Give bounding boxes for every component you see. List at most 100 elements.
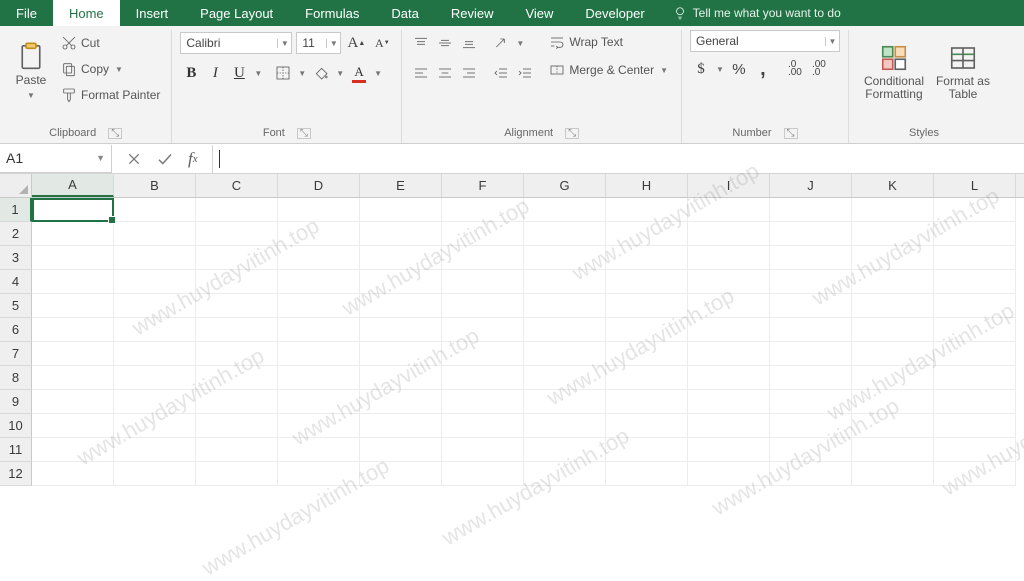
cell-I3[interactable]	[688, 246, 770, 270]
cell-J8[interactable]	[770, 366, 852, 390]
row-header-3[interactable]: 3	[0, 246, 32, 270]
number-format-combo[interactable]: General ▼	[690, 30, 840, 52]
cell-D2[interactable]	[278, 222, 360, 246]
cell-H2[interactable]	[606, 222, 688, 246]
cell-K12[interactable]	[852, 462, 934, 486]
cell-H5[interactable]	[606, 294, 688, 318]
column-header-E[interactable]: E	[360, 174, 442, 197]
cell-H3[interactable]	[606, 246, 688, 270]
cell-A12[interactable]	[32, 462, 114, 486]
cell-D3[interactable]	[278, 246, 360, 270]
cell-J3[interactable]	[770, 246, 852, 270]
cell-G11[interactable]	[524, 438, 606, 462]
cell-G7[interactable]	[524, 342, 606, 366]
cell-J11[interactable]	[770, 438, 852, 462]
cell-I2[interactable]	[688, 222, 770, 246]
cell-A1[interactable]	[32, 198, 114, 222]
align-right-button[interactable]	[458, 62, 480, 84]
cell-F9[interactable]	[442, 390, 524, 414]
name-box[interactable]: A1 ▼	[0, 145, 112, 173]
tell-me-search[interactable]: Tell me what you want to do	[661, 0, 853, 26]
tab-review[interactable]: Review	[435, 0, 510, 26]
accounting-dropdown-caret[interactable]: ▼	[714, 65, 726, 74]
underline-button[interactable]: U	[228, 62, 250, 84]
row-header-1[interactable]: 1	[0, 198, 32, 222]
column-header-C[interactable]: C	[196, 174, 278, 197]
cell-F4[interactable]	[442, 270, 524, 294]
cell-B11[interactable]	[114, 438, 196, 462]
cell-F2[interactable]	[442, 222, 524, 246]
increase-indent-button[interactable]	[514, 62, 536, 84]
decrease-decimal-button[interactable]: .00.0	[808, 58, 830, 80]
cell-A9[interactable]	[32, 390, 114, 414]
cell-F1[interactable]	[442, 198, 524, 222]
cell-C1[interactable]	[196, 198, 278, 222]
cell-B10[interactable]	[114, 414, 196, 438]
formula-cancel-button[interactable]	[126, 151, 142, 167]
cell-G12[interactable]	[524, 462, 606, 486]
fill-color-button[interactable]	[310, 62, 332, 84]
tab-home[interactable]: Home	[53, 0, 120, 26]
cell-E8[interactable]	[360, 366, 442, 390]
tab-file[interactable]: File	[0, 0, 53, 26]
percent-format-button[interactable]: %	[728, 58, 750, 80]
cell-G8[interactable]	[524, 366, 606, 390]
column-header-J[interactable]: J	[770, 174, 852, 197]
cell-E4[interactable]	[360, 270, 442, 294]
row-header-11[interactable]: 11	[0, 438, 32, 462]
cell-K1[interactable]	[852, 198, 934, 222]
cell-J1[interactable]	[770, 198, 852, 222]
cell-L9[interactable]	[934, 390, 1016, 414]
cell-L7[interactable]	[934, 342, 1016, 366]
column-header-K[interactable]: K	[852, 174, 934, 197]
cell-J9[interactable]	[770, 390, 852, 414]
cell-L2[interactable]	[934, 222, 1016, 246]
column-header-L[interactable]: L	[934, 174, 1016, 197]
cell-F12[interactable]	[442, 462, 524, 486]
align-bottom-button[interactable]	[458, 32, 480, 54]
row-header-6[interactable]: 6	[0, 318, 32, 342]
align-middle-button[interactable]	[434, 32, 456, 54]
row-header-10[interactable]: 10	[0, 414, 32, 438]
cell-A4[interactable]	[32, 270, 114, 294]
cell-D5[interactable]	[278, 294, 360, 318]
cell-D4[interactable]	[278, 270, 360, 294]
cell-J4[interactable]	[770, 270, 852, 294]
accounting-format-button[interactable]: $	[690, 58, 712, 80]
cell-H6[interactable]	[606, 318, 688, 342]
tab-page-layout[interactable]: Page Layout	[184, 0, 289, 26]
cell-I9[interactable]	[688, 390, 770, 414]
underline-dropdown-caret[interactable]: ▼	[252, 69, 264, 78]
increase-decimal-button[interactable]: .0.00	[784, 58, 806, 80]
cell-K5[interactable]	[852, 294, 934, 318]
tab-data[interactable]: Data	[375, 0, 434, 26]
row-header-9[interactable]: 9	[0, 390, 32, 414]
column-header-G[interactable]: G	[524, 174, 606, 197]
align-left-button[interactable]	[410, 62, 432, 84]
cell-K3[interactable]	[852, 246, 934, 270]
clipboard-launcher[interactable]: ⤡	[108, 128, 122, 139]
cell-I5[interactable]	[688, 294, 770, 318]
row-header-4[interactable]: 4	[0, 270, 32, 294]
row-header-7[interactable]: 7	[0, 342, 32, 366]
cell-D12[interactable]	[278, 462, 360, 486]
cell-C9[interactable]	[196, 390, 278, 414]
format-as-table-button[interactable]: Format as Table	[935, 30, 991, 110]
fill-color-dropdown-caret[interactable]: ▼	[334, 69, 346, 78]
cell-L4[interactable]	[934, 270, 1016, 294]
font-color-button[interactable]: A	[348, 62, 370, 84]
cell-I11[interactable]	[688, 438, 770, 462]
cell-I6[interactable]	[688, 318, 770, 342]
cell-J12[interactable]	[770, 462, 852, 486]
cell-H1[interactable]	[606, 198, 688, 222]
font-name-combo[interactable]: Calibri ▼	[180, 32, 292, 54]
cell-A8[interactable]	[32, 366, 114, 390]
cell-E3[interactable]	[360, 246, 442, 270]
cell-B4[interactable]	[114, 270, 196, 294]
cell-L8[interactable]	[934, 366, 1016, 390]
cell-K8[interactable]	[852, 366, 934, 390]
formula-enter-button[interactable]	[156, 150, 174, 168]
cell-K6[interactable]	[852, 318, 934, 342]
cell-K2[interactable]	[852, 222, 934, 246]
formula-input[interactable]	[212, 145, 1024, 173]
